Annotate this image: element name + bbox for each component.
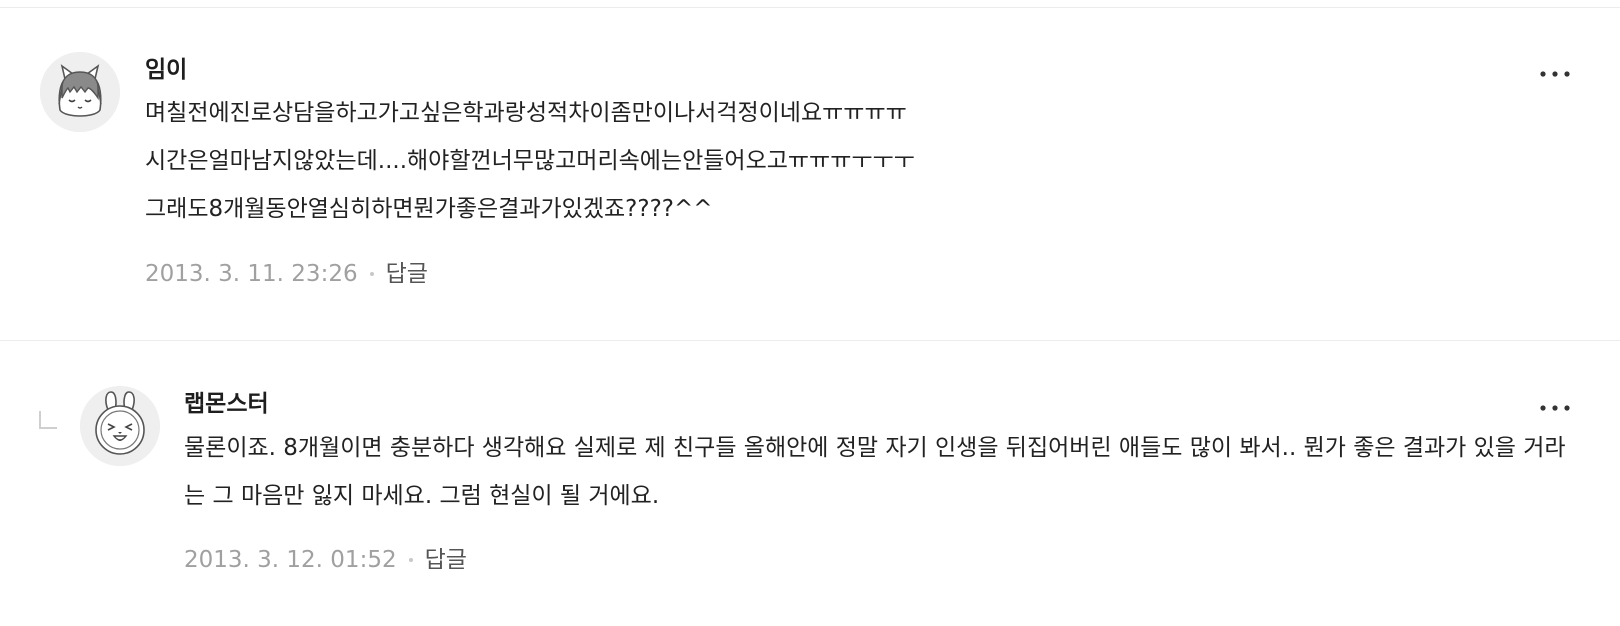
sleepy-cat-avatar-icon[interactable] — [40, 52, 120, 132]
more-options-icon[interactable] — [1538, 67, 1572, 81]
reply-arrow-icon — [39, 411, 57, 429]
comment-body: 며칠전에진로상담을하고가고싶은학과랑성적차이좀만이나서걱정이네요ㅠㅠㅠㅠ 시간은… — [145, 89, 1545, 233]
reply-button[interactable]: 답글 — [386, 259, 428, 289]
comment-author[interactable]: 임이 — [145, 55, 187, 85]
comment-text: 물론이죠. 8개월이면 충분하다 생각해요 실제로 제 친구들 올해안에 정말 … — [184, 435, 1566, 509]
comment-body: 물론이죠. 8개월이면 충분하다 생각해요 실제로 제 친구들 올해안에 정말 … — [184, 424, 1579, 520]
comment-item: 임이 며칠전에진로상담을하고가고싶은학과랑성적차이좀만이나서걱정이네요ㅠㅠㅠㅠ … — [0, 7, 1620, 340]
meta-separator — [369, 272, 374, 276]
meta-separator — [408, 558, 413, 562]
comment-line: 시간은얼마남지않았는데....해야할껀너무많고머리속에는안들어오고ㅠㅠㅠㅜㅜㅜ — [145, 148, 915, 174]
comment-meta: 2013. 3. 12. 01:52 답글 — [184, 545, 467, 575]
comment-author[interactable]: 랩몬스터 — [184, 389, 269, 419]
comment-line: 그래도8개월동안열심히하면뭔가좋은결과가있겠죠????^^ — [145, 196, 713, 222]
more-options-icon[interactable] — [1538, 401, 1572, 415]
comment-timestamp: 2013. 3. 12. 01:52 — [184, 547, 397, 573]
laughing-bunny-avatar-icon[interactable] — [80, 386, 160, 466]
reply-comment-item: 랩몬스터 물론이죠. 8개월이면 충분하다 생각해요 실제로 제 친구들 올해안… — [0, 341, 1620, 626]
comment-line: 며칠전에진로상담을하고가고싶은학과랑성적차이좀만이나서걱정이네요ㅠㅠㅠㅠ — [145, 100, 907, 126]
comment-meta: 2013. 3. 11. 23:26 답글 — [145, 259, 428, 289]
comment-timestamp: 2013. 3. 11. 23:26 — [145, 261, 358, 287]
reply-button[interactable]: 답글 — [425, 545, 467, 575]
